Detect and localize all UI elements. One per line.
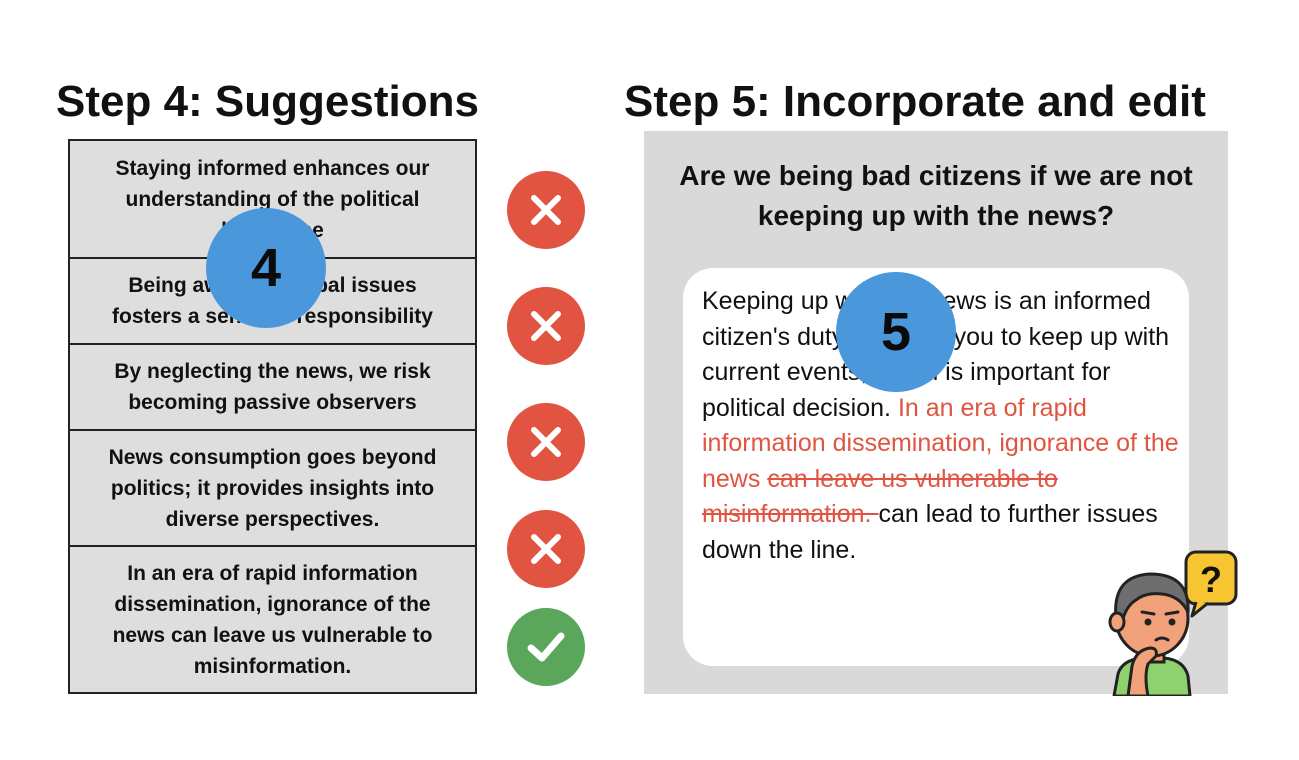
step5-number-badge: 5 bbox=[836, 272, 956, 392]
reject-mark-2 bbox=[507, 287, 585, 365]
suggestion-cell-4: News consumption goes beyond politics; i… bbox=[70, 429, 475, 545]
bubble-question-mark: ? bbox=[1200, 559, 1222, 600]
check-icon bbox=[527, 632, 565, 662]
x-icon bbox=[531, 534, 561, 564]
suggestion-5-line-4: misinformation. bbox=[193, 654, 352, 678]
step4-title: Step 4: Suggestions bbox=[56, 77, 479, 126]
suggestion-4-line-1: News consumption goes beyond bbox=[108, 445, 437, 469]
suggestion-3-line-1: By neglecting the news, we risk bbox=[114, 360, 431, 383]
suggestion-1-line-1: Staying informed enhances our bbox=[115, 156, 430, 180]
reject-mark-1 bbox=[507, 171, 585, 249]
step5-title: Step 5: Incorporate and edit bbox=[624, 77, 1206, 126]
x-icon bbox=[531, 427, 561, 457]
suggestion-5-line-1: In an era of rapid information bbox=[127, 561, 418, 585]
suggestion-3-line-2: becoming passive observers bbox=[128, 391, 417, 414]
question-line-1: Are we being bad citizens if we are not bbox=[679, 160, 1193, 191]
thinking-person-icon: ? bbox=[1092, 546, 1242, 698]
x-icon bbox=[531, 311, 561, 341]
x-icon bbox=[531, 195, 561, 225]
suggestion-cell-5: In an era of rapid information dissemina… bbox=[70, 545, 475, 692]
reject-mark-3 bbox=[507, 403, 585, 481]
suggestion-5-line-3: news can leave us vulnerable to bbox=[112, 623, 433, 647]
step4-number-badge: 4 bbox=[206, 208, 326, 328]
suggestion-cell-3: By neglecting the news, we risk becoming… bbox=[70, 343, 475, 429]
suggestion-5-line-2: dissemination, ignorance of the bbox=[114, 592, 431, 616]
suggestion-4-line-3: diverse perspectives. bbox=[165, 507, 380, 531]
reject-mark-4 bbox=[507, 510, 585, 588]
question-heading: Are we being bad citizens if we are not … bbox=[644, 156, 1228, 236]
suggestion-4-line-2: politics; it provides insights into bbox=[110, 476, 435, 500]
accept-mark bbox=[507, 608, 585, 686]
question-line-2: keeping up with the news? bbox=[757, 200, 1115, 231]
